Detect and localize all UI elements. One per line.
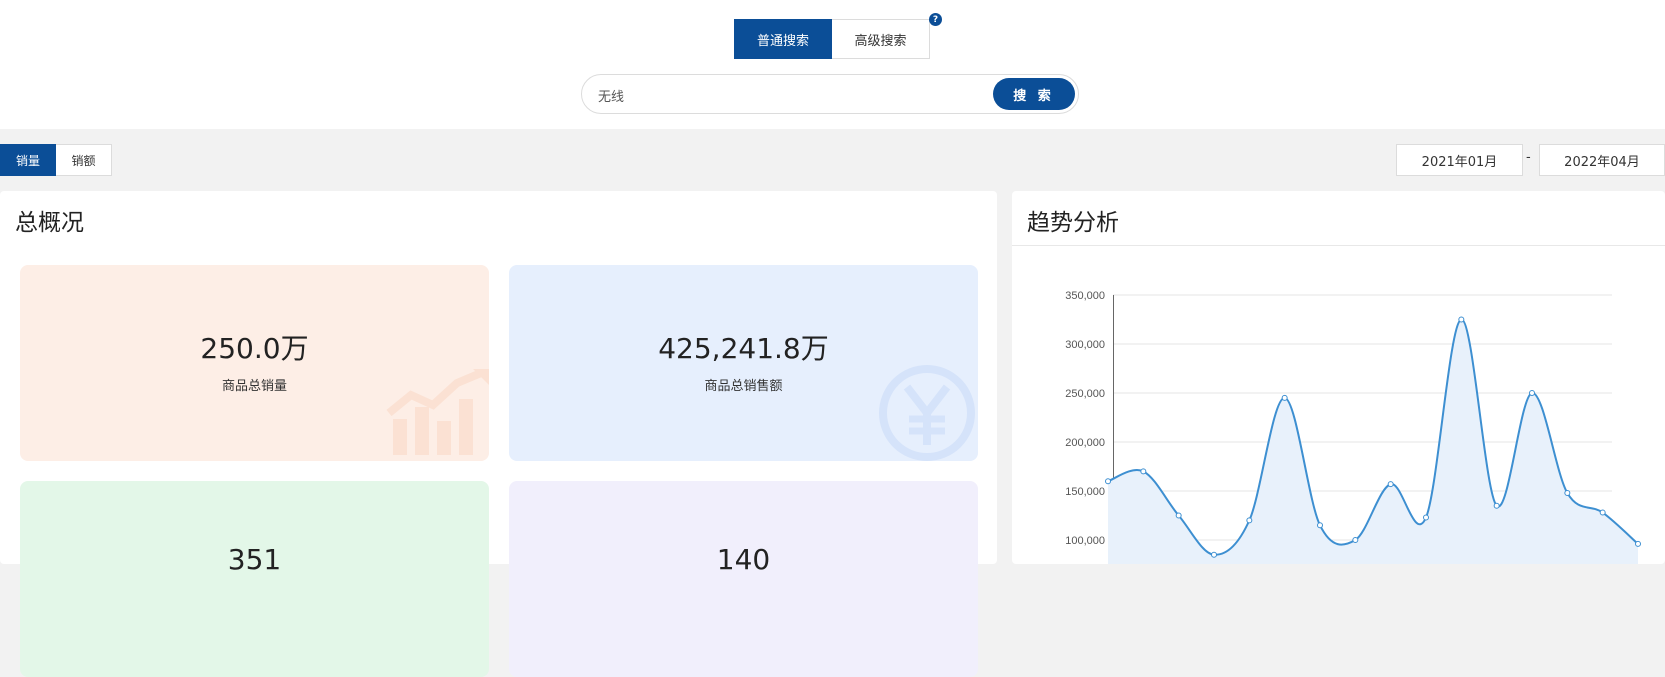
data-point[interactable] <box>1105 478 1111 485</box>
search-panel: 普通搜索 高级搜索 ? 搜 索 <box>0 0 1665 129</box>
stat-tile-sales-amount: 425,241.8万 商品总销售额 <box>509 265 978 461</box>
stat-value: 425,241.8万 <box>658 332 829 365</box>
data-point[interactable] <box>1246 517 1253 524</box>
tab-advanced-search[interactable]: 高级搜索 <box>832 19 930 59</box>
trend-chart: 350,000 300,000 250,000 200,000 150,000 100,0… <box>1065 290 1641 564</box>
search-box: 搜 索 <box>581 74 1079 114</box>
data-point[interactable] <box>1281 394 1288 401</box>
stat-tile-4: 140 <box>509 481 978 677</box>
trend-card: 趋势分析 350,000 300,000 250,000 200,000 150,000… <box>1012 191 1665 564</box>
data-point[interactable] <box>1458 316 1465 323</box>
y-tick-label: 300,000 <box>1065 339 1105 351</box>
overview-card: 总概况 250.0万 商品总销量 425,241.8万 商品总销售额 351 1… <box>0 191 997 677</box>
search-mode-tabs: 普通搜索 高级搜索 <box>734 19 930 59</box>
date-end-input[interactable]: 2022年04月 <box>1539 144 1665 176</box>
stat-tile-3: 351 <box>20 481 489 677</box>
search-input[interactable] <box>596 83 986 107</box>
data-point[interactable] <box>1599 509 1606 516</box>
stat-label: 商品总销量 <box>221 379 287 394</box>
metric-toggle: 销量 销额 <box>0 144 112 176</box>
data-point[interactable] <box>1493 502 1500 509</box>
data-point[interactable] <box>1317 522 1323 529</box>
overview-title: 总概况 <box>15 210 84 236</box>
stat-tile-sales-volume: 250.0万 商品总销量 <box>20 265 489 461</box>
data-point[interactable] <box>1175 512 1182 519</box>
data-point[interactable] <box>1564 489 1571 496</box>
help-icon[interactable]: ? <box>929 13 942 26</box>
date-start-input[interactable]: 2021年01月 <box>1396 144 1523 176</box>
data-point[interactable] <box>1635 540 1641 547</box>
metric-sales-amount-button[interactable]: 销额 <box>56 144 112 176</box>
y-tick-label: 200,000 <box>1065 437 1105 449</box>
data-point[interactable] <box>1387 481 1394 488</box>
stat-value: 250.0万 <box>200 332 309 365</box>
data-point[interactable] <box>1140 468 1147 475</box>
y-tick-label: 100,000 <box>1065 535 1105 547</box>
stat-value: 351 <box>227 543 282 576</box>
data-point[interactable] <box>1423 514 1429 521</box>
data-point[interactable] <box>1352 537 1359 543</box>
y-tick-label: 350,000 <box>1065 290 1105 302</box>
tab-normal-search[interactable]: 普通搜索 <box>734 19 832 59</box>
data-point[interactable] <box>1211 551 1217 558</box>
data-point[interactable] <box>1529 390 1535 396</box>
search-button[interactable]: 搜 索 <box>993 78 1075 110</box>
y-tick-label: 150,000 <box>1065 486 1105 498</box>
y-tick-label: 250,000 <box>1065 388 1105 400</box>
stat-label: 商品总销售额 <box>704 379 783 394</box>
date-separator: - <box>1526 150 1531 165</box>
metric-sales-volume-button[interactable]: 销量 <box>0 144 56 176</box>
stat-value: 140 <box>716 543 771 576</box>
